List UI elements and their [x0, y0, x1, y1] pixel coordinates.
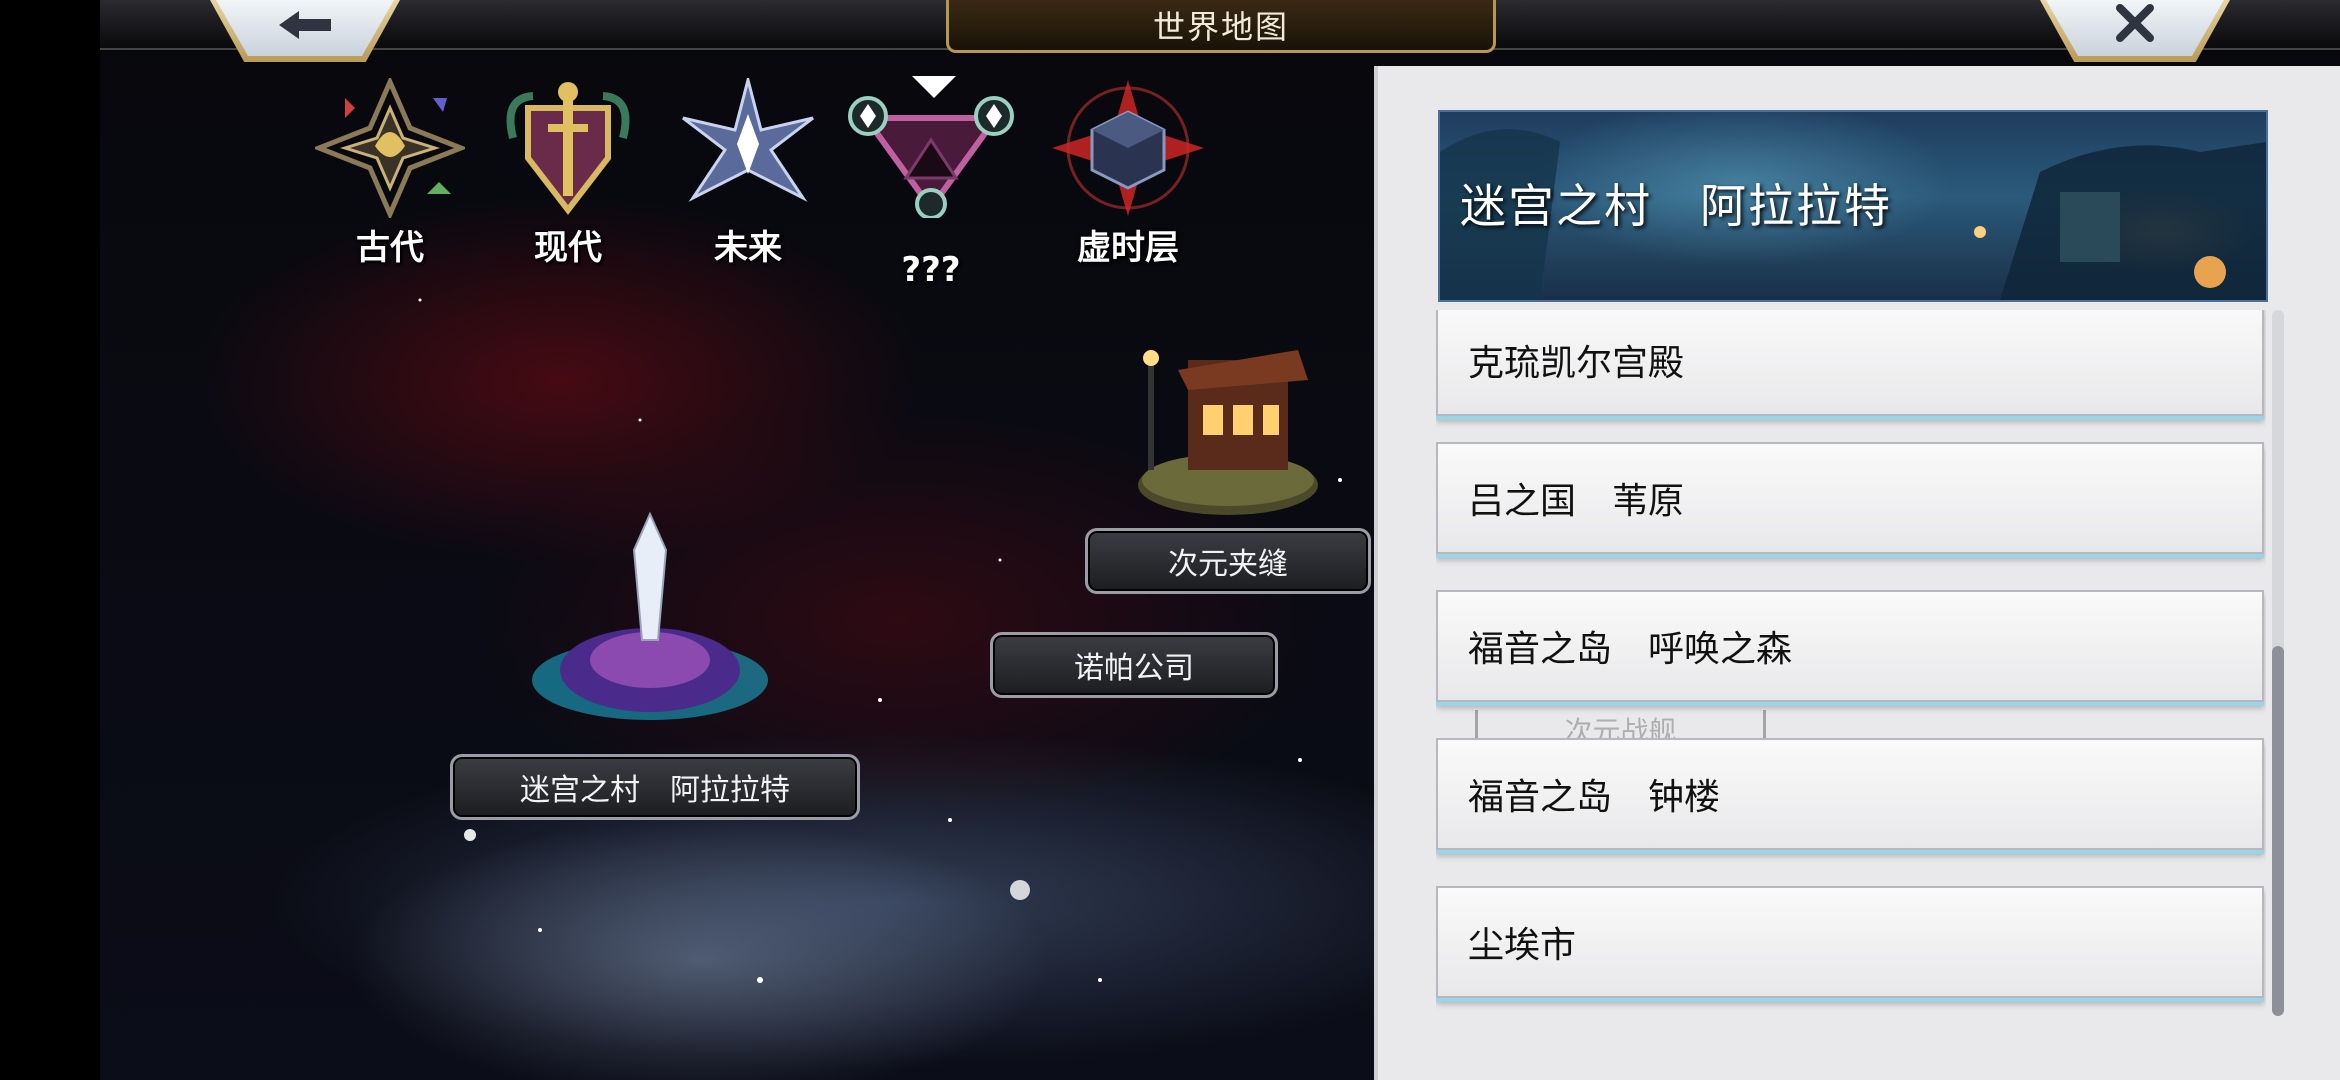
void-cube-icon: [1043, 78, 1213, 218]
ancient-emblem-icon: [305, 78, 475, 218]
modern-shield-icon: [483, 78, 653, 218]
future-star-icon: [663, 78, 833, 218]
left-letterbox: [0, 0, 100, 1080]
list-item[interactable]: 福音之岛 呼唤之森: [1436, 590, 2264, 702]
era-tab-modern[interactable]: 现代: [483, 78, 653, 278]
list-item[interactable]: 吕之国 苇原: [1436, 442, 2264, 554]
close-icon: [2116, 4, 2154, 52]
era-tab-void-layer[interactable]: 虚时层: [1043, 78, 1213, 278]
area-banner: 迷宫之村 阿拉拉特: [1438, 110, 2268, 302]
era-label-future: 未来: [714, 228, 782, 268]
era-label-modern: 现代: [534, 228, 602, 268]
era-tab-ancient[interactable]: 古代: [305, 78, 475, 278]
page-title: 世界地图: [946, 0, 1496, 53]
era-label-ancient: 古代: [356, 228, 424, 268]
labyrinth-village-node[interactable]: [520, 510, 780, 740]
location-labyrinth-village[interactable]: 迷宫之村 阿拉拉特: [450, 754, 860, 820]
dimension-rift-node[interactable]: [1118, 320, 1328, 520]
list-item-label: 福音之岛 呼唤之森: [1468, 629, 1793, 670]
era-label-void-layer: 虚时层: [1077, 228, 1179, 268]
list-scrollbar[interactable]: [2272, 310, 2284, 1016]
list-item-label: 福音之岛 钟楼: [1468, 777, 1721, 818]
list-item[interactable]: 尘埃市: [1436, 886, 2264, 998]
house-icon: [1138, 350, 1318, 515]
location-list: 克琉凯尔宫殿 吕之国 苇原 福音之岛 呼唤之森 福音之岛 钟楼 尘埃市: [1436, 310, 2266, 1020]
era-tab-unknown[interactable]: ???: [846, 78, 1016, 290]
back-arrow-icon: [277, 5, 333, 51]
scrollbar-thumb[interactable]: [2272, 646, 2284, 1016]
list-item-label: 吕之国 苇原: [1468, 481, 1685, 522]
unknown-triangle-icon: [846, 78, 1016, 218]
era-label-unknown: ???: [901, 250, 961, 290]
location-dimension-rift[interactable]: 次元夹缝: [1085, 528, 1371, 594]
list-item-label: 克琉凯尔宫殿: [1468, 343, 1685, 384]
banner-title: 迷宫之村 阿拉拉特: [1460, 179, 1892, 233]
list-item[interactable]: 克琉凯尔宫殿: [1436, 310, 2264, 416]
crystal-icon: [532, 511, 768, 720]
list-item[interactable]: 福音之岛 钟楼: [1436, 738, 2264, 850]
location-nopa-company[interactable]: 诺帕公司: [990, 632, 1278, 698]
era-tab-future[interactable]: 未来: [663, 78, 833, 278]
list-item-label: 尘埃市: [1468, 925, 1577, 966]
